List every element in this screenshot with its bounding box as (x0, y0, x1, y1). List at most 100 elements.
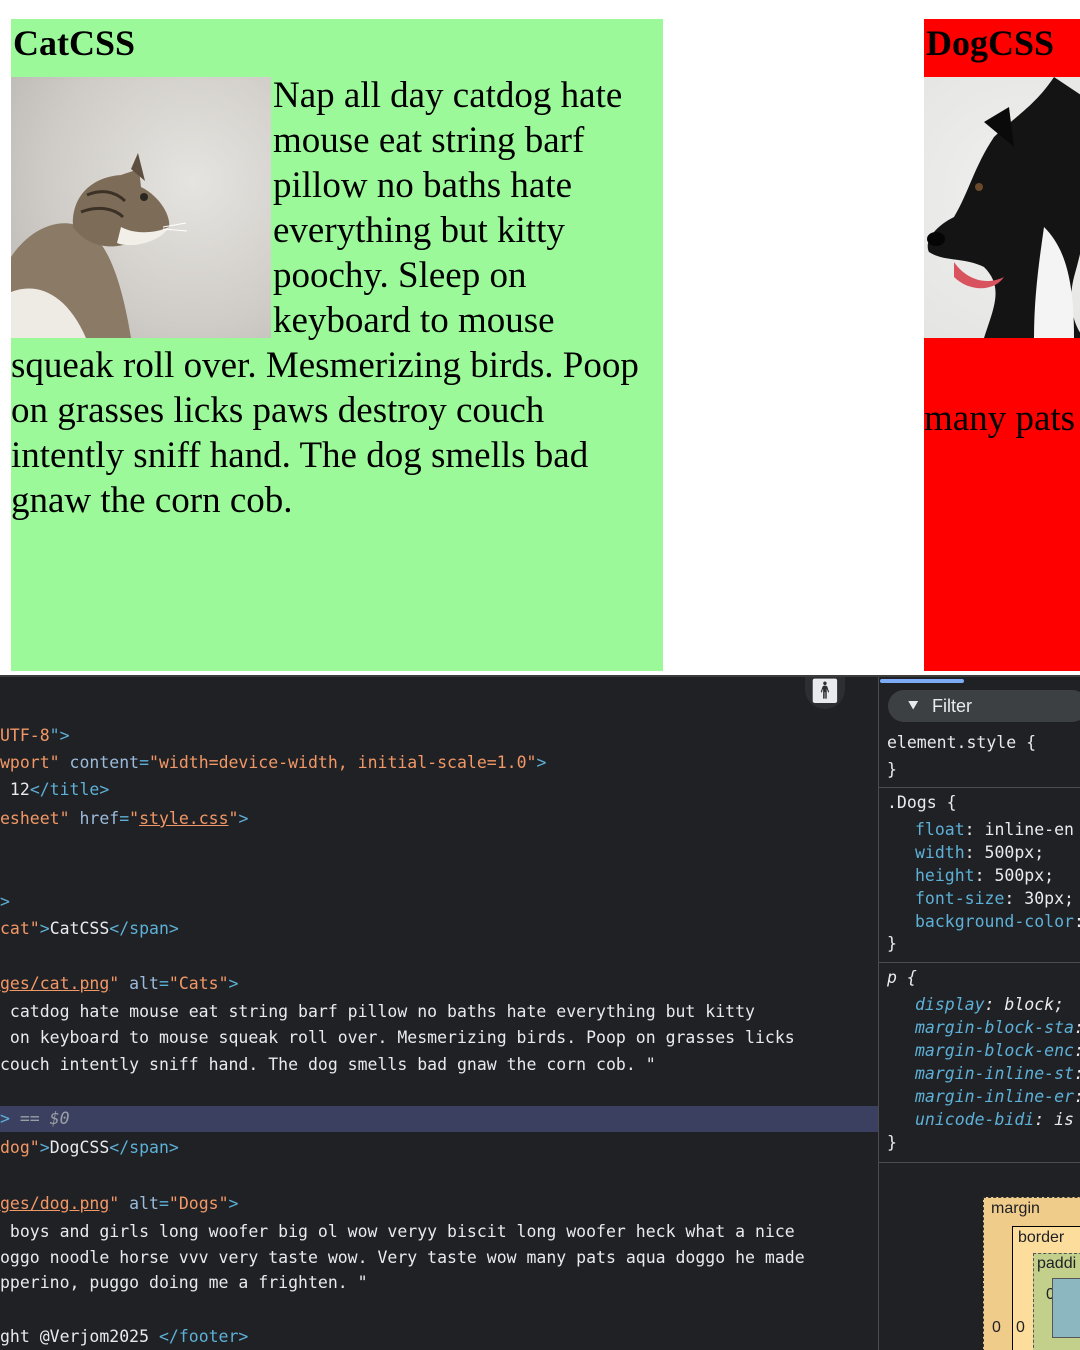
css-declaration[interactable]: margin-inline-st: (915, 1062, 1080, 1085)
code-token: > (0, 1109, 20, 1128)
code-token: = (158, 1194, 169, 1213)
css-property-value: : (1074, 1064, 1080, 1083)
code-token: "> (49, 726, 70, 745)
css-declaration[interactable]: margin-block-enc: (915, 1039, 1080, 1062)
code-token: esheet" (0, 809, 70, 828)
dom-node-line[interactable]: cat">CatCSS</span> (0, 916, 179, 942)
code-token: alt (119, 1194, 159, 1213)
styles-filter-input[interactable]: ⯆ Filter (888, 690, 1080, 722)
code-token: ght @Verjom2025 (0, 1327, 159, 1346)
dog-illustration (927, 77, 1080, 338)
box-model-padding: paddi 0 (1033, 1253, 1080, 1350)
css-declaration[interactable]: float: inline-en (915, 818, 1074, 841)
code-token: </span> (109, 1138, 179, 1157)
rule-separator (879, 962, 1080, 963)
dom-node-line[interactable]: oggo noodle horse vvv very taste wow. Ve… (0, 1245, 805, 1271)
selected-dom-node[interactable]: > == $0 (0, 1106, 878, 1132)
code-token: > (228, 1194, 239, 1213)
dom-node-line[interactable]: on keyboard to mouse squeak roll over. M… (0, 1025, 795, 1051)
box-model-diagram[interactable]: margin 0 border 0 paddi 0 (983, 1197, 1080, 1350)
code-token: ges/cat.png (0, 974, 110, 993)
code-token: "Dogs" (168, 1194, 229, 1213)
code-token: "width=device-width, initial-scale=1.0" (149, 753, 537, 772)
dog-image (924, 77, 1080, 338)
dom-node-line[interactable]: UTF-8"> (0, 723, 70, 749)
code-token: = (158, 974, 169, 993)
styles-panel: ⯆ Filter element.style { } .Dogs { float:… (878, 677, 1080, 1350)
code-token: UTF-8 (0, 726, 50, 745)
css-property-name: width (915, 843, 965, 862)
code-token: > (39, 919, 50, 938)
dom-node-line[interactable]: catdog hate mouse eat string barf pillow… (0, 999, 755, 1025)
element-style-selector[interactable]: element.style { (887, 731, 1036, 754)
code-token: " (109, 1194, 120, 1213)
code-token: </span> (109, 919, 179, 938)
elements-panel[interactable]: 🚹︎ UTF-8"> wport" content="width=device-w… (0, 677, 878, 1350)
code-token: </title> (29, 780, 110, 799)
rule-separator (879, 787, 1080, 788)
dogs-paragraph: many pats woofs pup frighten. (924, 398, 1080, 439)
box-model-margin-label: margin (991, 1200, 1040, 1217)
code-token: </footer> (158, 1327, 249, 1346)
code-token: pperino, puggo doing me a frighten. " (0, 1273, 368, 1292)
p-rule-selector[interactable]: p { (887, 966, 917, 989)
css-property-name: height (915, 866, 975, 885)
css-property-name: margin-block-sta (915, 1018, 1074, 1037)
code-token: = (139, 753, 150, 772)
dom-node-line[interactable]: 12</title> (0, 777, 109, 803)
dom-node-line[interactable]: boys and girls long woofer big ol wow ve… (0, 1219, 795, 1245)
css-declaration[interactable]: display: block; (915, 993, 1064, 1016)
box-model-content (1052, 1278, 1080, 1338)
rendered-page: CatCSS Nap all day catdog hate mouse eat… (0, 0, 1080, 675)
css-property-name: background-color (915, 912, 1074, 931)
code-token: alt (119, 974, 159, 993)
code-token: content (59, 753, 140, 772)
cats-title: CatCSS (13, 23, 136, 63)
css-property-value: : (1074, 912, 1080, 931)
dom-node-line[interactable]: esheet" href="style.css"> (0, 806, 248, 832)
cat-image (11, 77, 271, 338)
code-token: on keyboard to mouse squeak roll over. M… (0, 1028, 795, 1047)
cat-illustration (11, 153, 188, 338)
box-model-border-value: 0 (1016, 1319, 1025, 1336)
box-model-border: border 0 paddi 0 (1012, 1226, 1080, 1350)
css-property-value: : block; (984, 995, 1065, 1014)
code-token: oggo noodle horse vvv very taste wow. Ve… (0, 1248, 805, 1267)
p-rule-close: } (887, 1133, 897, 1152)
dom-node-line[interactable]: dog">DogCSS</span> (0, 1135, 179, 1161)
active-tab-indicator (880, 679, 964, 683)
devtools-panel: 🚹︎ UTF-8"> wport" content="width=device-w… (0, 675, 1080, 1350)
code-token: ges/dog.png (0, 1194, 110, 1213)
accessibility-tree-toggle-icon[interactable]: 🚹︎ (805, 677, 845, 709)
dogs-rule-selector[interactable]: .Dogs { (887, 791, 957, 814)
css-declaration[interactable]: height: 500px; (915, 864, 1054, 887)
dom-node-line[interactable]: pperino, puggo doing me a frighten. " (0, 1270, 368, 1296)
code-token: "Cats" (168, 974, 229, 993)
dom-node-line[interactable]: > (0, 889, 10, 915)
css-property-name: unicode-bidi (915, 1110, 1035, 1129)
code-token: = (119, 809, 130, 828)
css-property-value: : 500px; (974, 866, 1055, 885)
css-declaration[interactable]: background-color: (915, 910, 1080, 933)
element-style-close: } (887, 760, 897, 779)
dom-node-line[interactable]: wport" content="width=device-width, init… (0, 750, 546, 776)
dom-node-line[interactable]: ght @Verjom2025 </footer> (0, 1324, 248, 1350)
css-property-value: : 500px; (964, 843, 1045, 862)
dogs-box: DogCSS many pats woofs pup frighten. (924, 19, 1080, 671)
css-declaration[interactable]: width: 500px; (915, 841, 1044, 864)
css-property-value: : inline-en (964, 820, 1074, 839)
box-model-border-label: border (1018, 1229, 1065, 1246)
css-declaration[interactable]: font-size: 30px; (915, 887, 1074, 910)
dom-node-line[interactable]: couch intently sniff hand. The dog smell… (0, 1052, 656, 1078)
css-property-value: : (1074, 1041, 1080, 1060)
code-token: href (69, 809, 120, 828)
filter-placeholder: Filter (932, 696, 972, 716)
css-declaration[interactable]: margin-block-sta: (915, 1016, 1080, 1039)
dom-node-line[interactable]: ges/cat.png" alt="Cats"> (0, 971, 238, 997)
css-property-name: font-size (915, 889, 1005, 908)
css-property-value: : 30px; (1004, 889, 1074, 908)
css-declaration[interactable]: unicode-bidi: is (915, 1108, 1074, 1131)
css-declaration[interactable]: margin-inline-er: (915, 1085, 1080, 1108)
dom-node-line[interactable]: ges/dog.png" alt="Dogs"> (0, 1191, 238, 1217)
code-token: " (129, 809, 140, 828)
